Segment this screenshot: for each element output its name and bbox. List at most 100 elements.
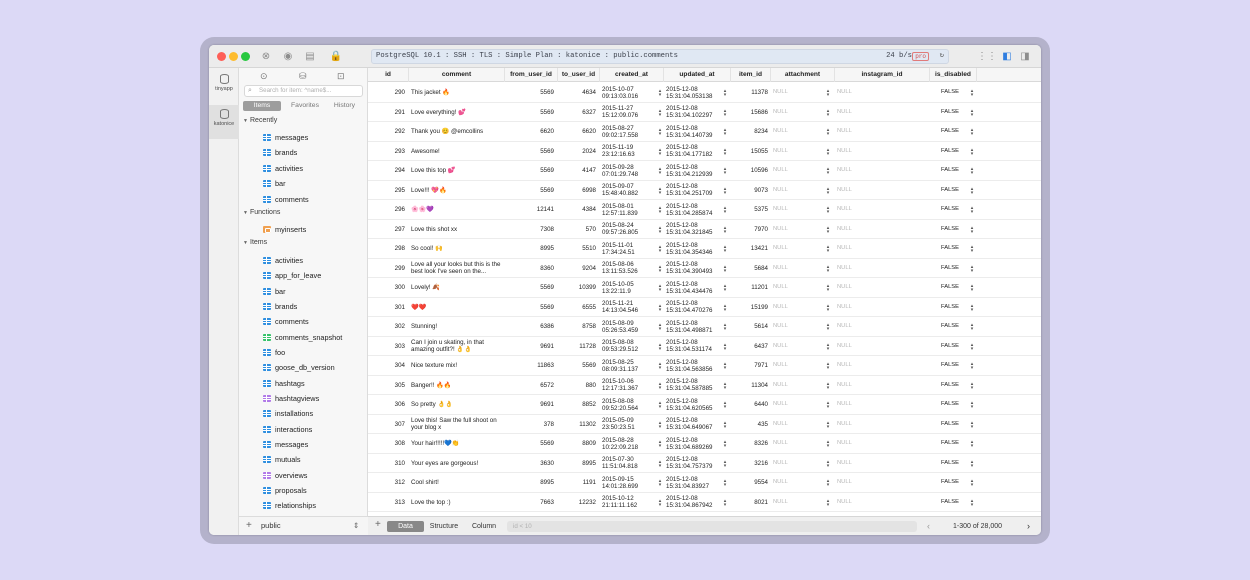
- id-cell[interactable]: 310: [368, 454, 405, 473]
- item-id-cell[interactable]: 15055: [731, 142, 768, 161]
- created-at-cell[interactable]: 2015-08-01 12:57:11.839: [602, 200, 657, 219]
- to-user-id-cell[interactable]: 6555: [558, 298, 596, 317]
- item-id-cell[interactable]: 435: [731, 415, 768, 434]
- created-at-cell[interactable]: 2015-10-05 13:22:11.9: [602, 278, 657, 297]
- table-row[interactable]: 290 This jacket 🔥 5569 4634 2015-10-07 09:13:…: [368, 83, 1041, 103]
- stepper-icon[interactable]: ▴ ▾: [826, 420, 830, 429]
- sidebar-item-messages[interactable]: messages: [263, 131, 308, 144]
- stepper-icon[interactable]: ▴ ▾: [658, 147, 662, 156]
- stepper-icon[interactable]: ▴ ▾: [658, 401, 662, 410]
- maximize-button[interactable]: [241, 52, 250, 61]
- stepper-icon[interactable]: ▴ ▾: [826, 264, 830, 273]
- updated-at-cell[interactable]: 2015-12-08 15:31:04.354346: [666, 239, 724, 258]
- item-id-cell[interactable]: 5614: [731, 317, 768, 336]
- instagram-id-cell[interactable]: NULL: [837, 395, 917, 414]
- sidebar-item-activities[interactable]: activities: [263, 254, 303, 267]
- stepper-icon[interactable]: ▴ ▾: [658, 362, 662, 371]
- column-header-from-user-id[interactable]: from_user_id: [505, 68, 558, 82]
- item-id-cell[interactable]: 11378: [731, 83, 768, 102]
- eye-icon[interactable]: ◉: [281, 50, 295, 63]
- comment-cell[interactable]: Awesome!: [411, 142, 504, 161]
- from-user-id-cell[interactable]: 9691: [505, 395, 554, 414]
- sidebar-item-bar[interactable]: bar: [263, 285, 286, 298]
- query-icon[interactable]: ⊡: [337, 71, 345, 82]
- tab-data[interactable]: Data: [387, 521, 424, 532]
- created-at-cell[interactable]: 2015-08-27 09:02:17.558: [602, 122, 657, 141]
- stepper-icon[interactable]: ▴ ▾: [723, 284, 727, 293]
- item-id-cell[interactable]: 9554: [731, 473, 768, 492]
- stepper-icon[interactable]: ▴ ▾: [970, 89, 974, 98]
- id-cell[interactable]: 304: [368, 356, 405, 375]
- schema-select[interactable]: public: [261, 517, 281, 535]
- sidebar-item-installations[interactable]: installations: [263, 407, 313, 420]
- to-user-id-cell[interactable]: 12232: [558, 493, 596, 512]
- from-user-id-cell[interactable]: 9691: [505, 337, 554, 356]
- stepper-icon[interactable]: ▴ ▾: [658, 342, 662, 351]
- stepper-icon[interactable]: ▴ ▾: [658, 498, 662, 507]
- to-user-id-cell[interactable]: 4384: [558, 200, 596, 219]
- stepper-icon[interactable]: ▴ ▾: [658, 89, 662, 98]
- is-disabled-cell[interactable]: FALSE: [941, 142, 971, 161]
- instagram-id-cell[interactable]: NULL: [837, 376, 917, 395]
- table-row[interactable]: 306 So pretty 👌👌 9691 8852 2015-08-08 09:52:2…: [368, 395, 1041, 415]
- stepper-icon[interactable]: ▴ ▾: [723, 167, 727, 176]
- is-disabled-cell[interactable]: FALSE: [941, 415, 971, 434]
- from-user-id-cell[interactable]: 5569: [505, 142, 554, 161]
- table-row[interactable]: 303 Can I join u skating, in that amazing…: [368, 337, 1041, 356]
- bulb-icon[interactable]: ⊙: [260, 71, 268, 82]
- sidebar-item-brands[interactable]: brands: [263, 300, 297, 313]
- table-row[interactable]: 298 So cool! 🙌 8995 5510 2015-11-01 17:34:24.…: [368, 239, 1041, 259]
- comment-cell[interactable]: This jacket 🔥: [411, 83, 504, 102]
- is-disabled-cell[interactable]: FALSE: [941, 259, 971, 278]
- from-user-id-cell[interactable]: 6572: [505, 376, 554, 395]
- to-user-id-cell[interactable]: 570: [558, 220, 596, 239]
- attachment-cell[interactable]: NULL: [773, 415, 823, 434]
- id-cell[interactable]: 291: [368, 103, 405, 122]
- comment-cell[interactable]: ❤️❤️: [411, 298, 504, 317]
- right-panel-icon[interactable]: ◨: [1018, 50, 1032, 63]
- stepper-icon[interactable]: ▴ ▾: [723, 362, 727, 371]
- column-header-updated-at[interactable]: updated_at: [664, 68, 731, 82]
- updated-at-cell[interactable]: 2015-12-08 15:31:04.867942: [666, 493, 724, 512]
- comment-cell[interactable]: Love all your looks but this is the best…: [411, 259, 504, 278]
- stepper-icon[interactable]: ▴ ▾: [658, 167, 662, 176]
- updated-at-cell[interactable]: 2015-12-08 15:31:04.470276: [666, 298, 724, 317]
- created-at-cell[interactable]: 2015-10-06 12:17:31.367: [602, 376, 657, 395]
- chevron-updown-icon[interactable]: ⇕: [353, 517, 359, 535]
- table-row[interactable]: 293 Awesome! 5569 2024 2015-11-19 23:12:16.63…: [368, 142, 1041, 161]
- instagram-id-cell[interactable]: NULL: [837, 415, 917, 434]
- updated-at-cell[interactable]: 2015-12-08 15:31:04.390493: [666, 259, 724, 278]
- add-row-button[interactable]: +: [375, 519, 381, 530]
- from-user-id-cell[interactable]: 11863: [505, 356, 554, 375]
- stepper-icon[interactable]: ▴ ▾: [826, 323, 830, 332]
- tab-favorites[interactable]: Favorites: [286, 101, 324, 111]
- stepper-icon[interactable]: ▴ ▾: [723, 440, 727, 449]
- stepper-icon[interactable]: ▴ ▾: [826, 498, 830, 507]
- is-disabled-cell[interactable]: FALSE: [941, 317, 971, 336]
- rail-item-katonice[interactable]: katonice: [209, 105, 239, 139]
- to-user-id-cell[interactable]: 6327: [558, 103, 596, 122]
- is-disabled-cell[interactable]: FALSE: [941, 454, 971, 473]
- stepper-icon[interactable]: ▴ ▾: [970, 108, 974, 117]
- stepper-icon[interactable]: ▴ ▾: [723, 420, 727, 429]
- tab-items[interactable]: Items: [243, 101, 281, 111]
- stepper-icon[interactable]: ▴ ▾: [658, 225, 662, 234]
- created-at-cell[interactable]: 2015-11-21 14:13:04.546: [602, 298, 657, 317]
- instagram-id-cell[interactable]: NULL: [837, 356, 917, 375]
- attachment-cell[interactable]: NULL: [773, 317, 823, 336]
- stepper-icon[interactable]: ▴ ▾: [970, 401, 974, 410]
- created-at-cell[interactable]: 2015-10-12 21:11:11.162: [602, 493, 657, 512]
- created-at-cell[interactable]: 2015-08-08 09:53:29.512: [602, 337, 657, 356]
- attachment-cell[interactable]: NULL: [773, 493, 823, 512]
- updated-at-cell[interactable]: 2015-12-08 15:31:04.102297: [666, 103, 724, 122]
- stepper-icon[interactable]: ▴ ▾: [970, 362, 974, 371]
- created-at-cell[interactable]: 2015-08-24 09:57:26.805: [602, 220, 657, 239]
- stepper-icon[interactable]: ▴ ▾: [970, 206, 974, 215]
- to-user-id-cell[interactable]: 1191: [558, 473, 596, 492]
- attachment-cell[interactable]: NULL: [773, 200, 823, 219]
- column-header-comment[interactable]: comment: [409, 68, 505, 82]
- instagram-id-cell[interactable]: NULL: [837, 220, 917, 239]
- stepper-icon[interactable]: ▴ ▾: [826, 206, 830, 215]
- item-id-cell[interactable]: 13421: [731, 239, 768, 258]
- is-disabled-cell[interactable]: FALSE: [941, 376, 971, 395]
